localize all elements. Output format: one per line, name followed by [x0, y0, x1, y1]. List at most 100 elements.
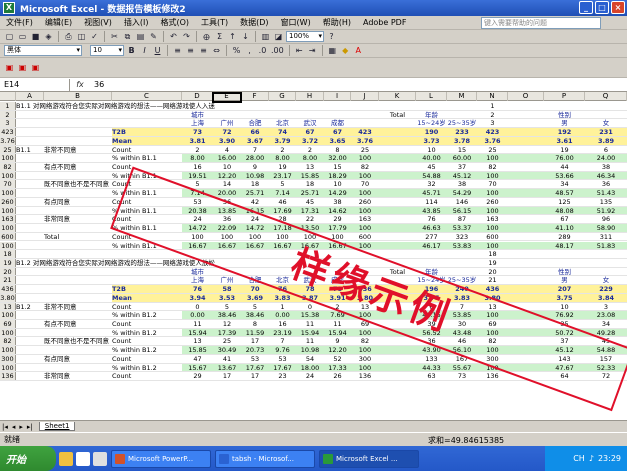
cell-n136[interactable]: 136 [477, 372, 508, 380]
cell-g3.80[interactable]: 3.83 [269, 293, 296, 302]
cell-j260[interactable]: 260 [351, 198, 379, 206]
cell-h100[interactable]: 16.67 [296, 241, 324, 250]
cell-c100[interactable]: % within B1.2 [112, 311, 182, 319]
row-header[interactable]: 136 [0, 372, 16, 380]
cell-g100[interactable]: 17.18 [269, 224, 296, 232]
cell-n82[interactable]: 82 [477, 337, 508, 346]
cell-o3.76[interactable] [508, 136, 544, 145]
cell-o100[interactable] [508, 224, 544, 232]
cell-e163[interactable]: 36 [213, 215, 241, 224]
cell-m423[interactable]: 233 [447, 128, 477, 136]
cell-f100[interactable]: 25.71 [241, 189, 269, 197]
cell-i70[interactable]: 10 [324, 180, 351, 189]
fx-icon[interactable]: fx [70, 80, 90, 89]
cell-l13[interactable]: 6 [416, 303, 447, 311]
task-excel[interactable]: Microsoft Excel ... [319, 449, 419, 468]
cell-g3[interactable]: 北京 [269, 119, 296, 128]
cell-j300[interactable]: 300 [351, 355, 379, 363]
cell-q260[interactable]: 135 [585, 198, 627, 206]
cell-q3.80[interactable]: 3.84 [585, 293, 627, 302]
column-header-c[interactable]: C [112, 92, 182, 101]
cell-j25[interactable]: 25 [351, 146, 379, 154]
cell-f13[interactable]: 5 [241, 303, 269, 311]
cell-p100[interactable]: 47.67 [544, 363, 585, 372]
cell-q100[interactable]: 54.88 [585, 346, 627, 354]
cell-g100[interactable]: 23.17 [269, 171, 296, 180]
cell-d100[interactable]: 0.00 [182, 311, 213, 319]
cell-g100[interactable]: 23.19 [269, 328, 296, 337]
cell-o100[interactable] [508, 154, 544, 162]
row-header[interactable]: 100 [0, 311, 16, 319]
cell-f260[interactable]: 42 [241, 198, 269, 206]
cell-i100[interactable]: 18.29 [324, 171, 351, 180]
cell-e600[interactable]: 100 [213, 233, 241, 241]
cell-f25[interactable]: 7 [241, 146, 269, 154]
cell-q600[interactable]: 311 [585, 233, 627, 241]
cell-a25[interactable]: B1.1 [16, 146, 44, 154]
cell-i100[interactable]: 12.20 [324, 346, 351, 354]
cell-d100[interactable]: 7.14 [182, 189, 213, 197]
ime-icon[interactable]: CH [573, 454, 585, 463]
cell-i423[interactable]: 67 [324, 128, 351, 136]
cell-d423[interactable]: 73 [182, 128, 213, 136]
cell-p100[interactable]: 76.00 [544, 154, 585, 162]
cell-f100[interactable]: 16.15 [241, 206, 269, 215]
cell-b69[interactable]: 有点不同意 [44, 320, 112, 328]
row-header[interactable]: 600 [0, 232, 16, 241]
cell-c100[interactable]: % within B1.1 [112, 189, 182, 197]
cell-b260[interactable]: 有点同意 [44, 198, 112, 206]
cell-c100[interactable]: % within B1.2 [112, 329, 182, 337]
cell-i100[interactable]: 16.67 [324, 241, 351, 250]
decrease-indent-icon[interactable]: ⇤ [294, 45, 305, 56]
cell-m100[interactable]: 55.67 [447, 363, 477, 372]
cell-n300[interactable]: 300 [477, 355, 508, 363]
cell-o423[interactable] [508, 128, 544, 136]
cell-k100[interactable] [379, 224, 416, 232]
cell-g21[interactable]: 北京 [269, 276, 296, 285]
cell-l100[interactable]: 40.00 [416, 154, 447, 162]
menu-adobe-pdf[interactable]: Adobe PDF [357, 18, 412, 27]
cell-q100[interactable]: 46.34 [585, 171, 627, 180]
cell-j100[interactable]: 100 [351, 189, 379, 197]
redo-icon[interactable]: ↷ [181, 31, 192, 42]
cell-g600[interactable]: 100 [269, 233, 296, 241]
cell-n2[interactable]: 2 [477, 111, 508, 119]
cell-i82[interactable]: 15 [324, 163, 351, 171]
cell-h100[interactable]: 15.94 [296, 328, 324, 337]
print-preview-icon[interactable]: ◫ [76, 31, 87, 42]
cell-o100[interactable] [508, 363, 544, 372]
next-sheet-icon[interactable]: ▸ [17, 423, 25, 431]
cell-n100[interactable]: 100 [477, 328, 508, 337]
cell-d25[interactable]: 2 [182, 146, 213, 154]
cell-i260[interactable]: 38 [324, 198, 351, 206]
cell-l136[interactable]: 63 [416, 372, 447, 380]
menu-insert[interactable]: 插入(I) [118, 17, 155, 28]
pdf-mail-icon[interactable]: ▣ [17, 62, 28, 73]
cell-p70[interactable]: 34 [544, 180, 585, 189]
cell-d3.76[interactable]: 3.81 [182, 136, 213, 145]
cell-f100[interactable]: 20.73 [241, 346, 269, 354]
row-header[interactable]: 21 [0, 276, 16, 284]
cell-k423[interactable] [379, 128, 416, 136]
cell-p100[interactable]: 53.66 [544, 171, 585, 180]
cell-n100[interactable]: 100 [477, 346, 508, 354]
menu-help[interactable]: 帮助(H) [317, 17, 357, 28]
cell-g100[interactable]: 8.00 [269, 154, 296, 162]
cell-n423[interactable]: 423 [477, 128, 508, 136]
cell-h436[interactable]: 78 [296, 285, 324, 293]
cell-q100[interactable]: 51.43 [585, 189, 627, 197]
cell-b13[interactable]: 非常不同意 [44, 303, 112, 311]
cell-q13[interactable]: 3 [585, 303, 627, 311]
cell-i436[interactable]: 78 [324, 285, 351, 293]
cell-g100[interactable]: 0.00 [269, 311, 296, 319]
cell-h69[interactable]: 11 [296, 320, 324, 328]
cell-o436[interactable] [508, 285, 544, 293]
column-header-i[interactable]: I [324, 92, 351, 101]
cell-j100[interactable]: 100 [351, 206, 379, 215]
prev-sheet-icon[interactable]: ◂ [10, 423, 18, 431]
excel-app-icon[interactable]: X [3, 2, 15, 14]
spelling-icon[interactable]: ✓ [89, 31, 100, 42]
align-left-icon[interactable]: ≡ [172, 45, 183, 56]
cell-d13[interactable]: 0 [182, 303, 213, 311]
cell-d136[interactable]: 29 [182, 372, 213, 380]
